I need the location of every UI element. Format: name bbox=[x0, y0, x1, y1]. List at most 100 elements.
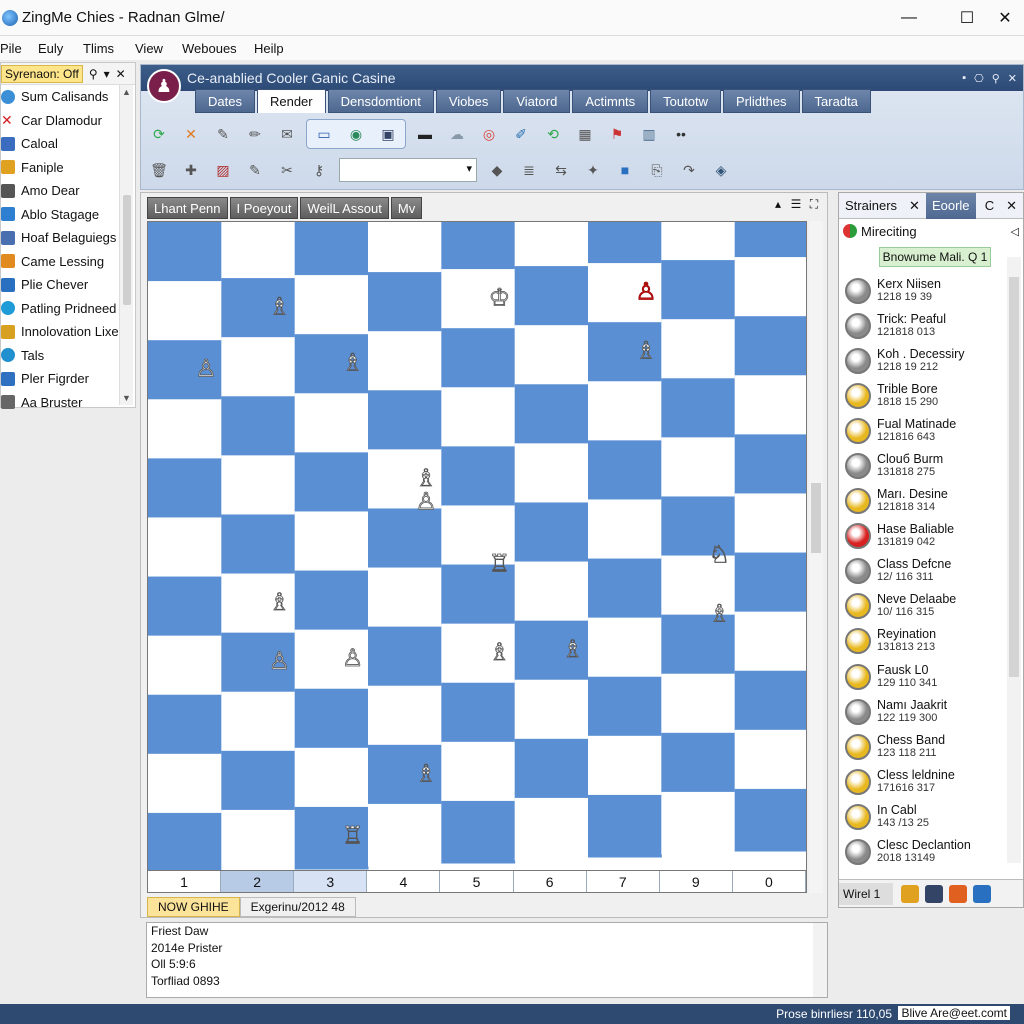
doc-restore-icon[interactable]: ⎔ bbox=[974, 72, 984, 85]
board-square[interactable] bbox=[221, 691, 296, 755]
board-square[interactable] bbox=[441, 222, 516, 273]
left-list-item[interactable]: ✕ Car Dlamodur bbox=[1, 109, 119, 133]
board-square[interactable] bbox=[294, 688, 369, 752]
player-list-item[interactable]: Chess Band 123 118 211 bbox=[845, 729, 1005, 764]
board-square[interactable] bbox=[368, 685, 442, 749]
pawn-piece[interactable]: ♙ bbox=[195, 354, 217, 383]
left-list-item[interactable]: Innolovation Lixe bbox=[1, 320, 119, 344]
board-tab-1[interactable]: I Poeyout bbox=[229, 197, 299, 219]
board-square[interactable] bbox=[734, 788, 807, 852]
tab-4[interactable]: Viatord bbox=[503, 89, 571, 113]
cut-icon[interactable]: ✂ bbox=[274, 157, 300, 183]
board-square[interactable] bbox=[514, 325, 589, 388]
board-square[interactable] bbox=[221, 514, 296, 578]
board-square[interactable] bbox=[514, 222, 589, 270]
bishop-piece[interactable]: ♗ bbox=[415, 759, 437, 788]
menu-tools[interactable]: Tlims bbox=[83, 41, 135, 56]
board-square[interactable] bbox=[148, 458, 222, 521]
player-list-item[interactable]: Reyination 131813 213 bbox=[845, 624, 1005, 659]
flag-icon[interactable]: ⚑ bbox=[604, 121, 630, 147]
brush-icon[interactable]: ✎ bbox=[242, 157, 268, 183]
pawn-piece[interactable]: ♙ bbox=[342, 644, 364, 673]
cube-icon[interactable]: ■ bbox=[612, 157, 638, 183]
player-list-item[interactable]: Trible Bore 1818 15 290 bbox=[845, 378, 1005, 413]
left-list-item[interactable]: Patling Pridneed bbox=[1, 297, 119, 321]
board-square[interactable] bbox=[588, 617, 662, 681]
scroll-up-arrow-icon[interactable]: ▲ bbox=[122, 87, 131, 97]
bishop-piece[interactable]: ♗ bbox=[562, 635, 584, 664]
green-box-icon[interactable]: ⟲ bbox=[540, 121, 566, 147]
bishop-piece[interactable]: ♗ bbox=[268, 588, 291, 617]
refresh-icon[interactable]: ⟳ bbox=[146, 121, 172, 147]
king-piece[interactable]: ♔ bbox=[488, 283, 511, 312]
board-square[interactable] bbox=[221, 750, 296, 814]
windows-icon[interactable] bbox=[949, 884, 967, 903]
pawn-piece[interactable]: ♙ bbox=[415, 487, 437, 516]
pawn-piece[interactable]: ♙ bbox=[635, 277, 657, 306]
left-list-item[interactable]: Came Lessing bbox=[1, 250, 119, 274]
board-square[interactable] bbox=[294, 747, 369, 811]
board-square[interactable] bbox=[294, 511, 369, 575]
log-scrollbar[interactable] bbox=[813, 923, 827, 997]
board-square[interactable] bbox=[441, 446, 516, 509]
pawn-piece[interactable]: ♙ bbox=[268, 647, 291, 676]
board-square[interactable] bbox=[148, 753, 222, 817]
board-square[interactable] bbox=[148, 399, 222, 462]
table-icon[interactable]: ▥ bbox=[636, 121, 662, 147]
board-square[interactable] bbox=[148, 222, 222, 285]
board-square[interactable] bbox=[734, 670, 807, 734]
board-square[interactable] bbox=[148, 517, 222, 581]
image-icon[interactable]: ▨ bbox=[210, 157, 236, 183]
board-tab-2[interactable]: WeilL Assout bbox=[300, 197, 389, 219]
board-square[interactable] bbox=[588, 558, 662, 622]
knight-piece[interactable]: ♘ bbox=[708, 540, 731, 569]
left-list-item[interactable]: Sum Calisands bbox=[1, 85, 119, 109]
puzzle-icon[interactable]: ✚ bbox=[178, 157, 204, 183]
player-scroll-thumb[interactable] bbox=[1009, 277, 1019, 677]
paste-icon[interactable]: ⎘ bbox=[644, 157, 670, 183]
board-square[interactable] bbox=[588, 794, 662, 858]
key-icon[interactable]: ⚷ bbox=[306, 157, 332, 183]
player-list-item[interactable]: Kerx Niisen 1218 19 39 bbox=[845, 273, 1005, 308]
player-list-item[interactable]: Fual Matinade 121816 643 bbox=[845, 413, 1005, 448]
board-square[interactable] bbox=[734, 729, 807, 793]
image-icon[interactable] bbox=[901, 884, 919, 903]
board-square[interactable] bbox=[294, 275, 369, 338]
player-list-item[interactable]: In Cabl 143 /13 25 bbox=[845, 799, 1005, 834]
board-square[interactable] bbox=[368, 626, 442, 690]
tab-0[interactable]: Dates bbox=[195, 89, 255, 113]
menu-file[interactable]: Pile bbox=[0, 41, 38, 56]
player-list-item[interactable]: Trick: Peaful 121818 013 bbox=[845, 308, 1005, 343]
scroll-thumb[interactable] bbox=[123, 195, 131, 305]
bucket-icon[interactable]: ◈ bbox=[708, 157, 734, 183]
board-square[interactable] bbox=[588, 735, 662, 799]
left-list-item[interactable]: Caloal bbox=[1, 132, 119, 156]
tab-3[interactable]: Viobes bbox=[435, 89, 502, 113]
board-square[interactable] bbox=[221, 809, 296, 871]
board-square[interactable] bbox=[734, 222, 807, 261]
bishop-piece[interactable]: ♗ bbox=[635, 336, 657, 365]
tab-strainers[interactable]: Strainers bbox=[839, 193, 903, 219]
board-square[interactable] bbox=[441, 682, 516, 746]
board-square[interactable] bbox=[441, 328, 516, 391]
calculator-icon[interactable]: ▦ bbox=[572, 121, 598, 147]
doc-search-icon[interactable]: ⚲ bbox=[992, 72, 1000, 85]
window-icon[interactable]: ▭ bbox=[311, 121, 337, 147]
left-list-item[interactable]: Hoaf Belaguiegs bbox=[1, 226, 119, 250]
board-square[interactable] bbox=[441, 741, 516, 805]
brush-icon[interactable]: ✎ bbox=[210, 121, 236, 147]
board-square[interactable] bbox=[368, 508, 442, 572]
mail-icon[interactable]: ✉ bbox=[274, 121, 300, 147]
screen-icon[interactable]: ▣ bbox=[375, 121, 401, 147]
cloud-icon[interactable]: ☁ bbox=[444, 121, 470, 147]
board-square[interactable] bbox=[734, 257, 807, 320]
more-icon[interactable]: •• bbox=[668, 121, 694, 147]
minimize-button[interactable]: — bbox=[886, 0, 932, 36]
board-square[interactable] bbox=[368, 331, 442, 394]
menu-edit[interactable]: Euly bbox=[38, 41, 83, 56]
board-scrollbar[interactable] bbox=[809, 221, 823, 893]
rook-piece[interactable]: ♖ bbox=[342, 821, 364, 850]
left-list-item[interactable]: Aa Bruster bbox=[1, 391, 119, 415]
board-square[interactable] bbox=[514, 384, 589, 447]
board-square[interactable] bbox=[148, 635, 222, 699]
